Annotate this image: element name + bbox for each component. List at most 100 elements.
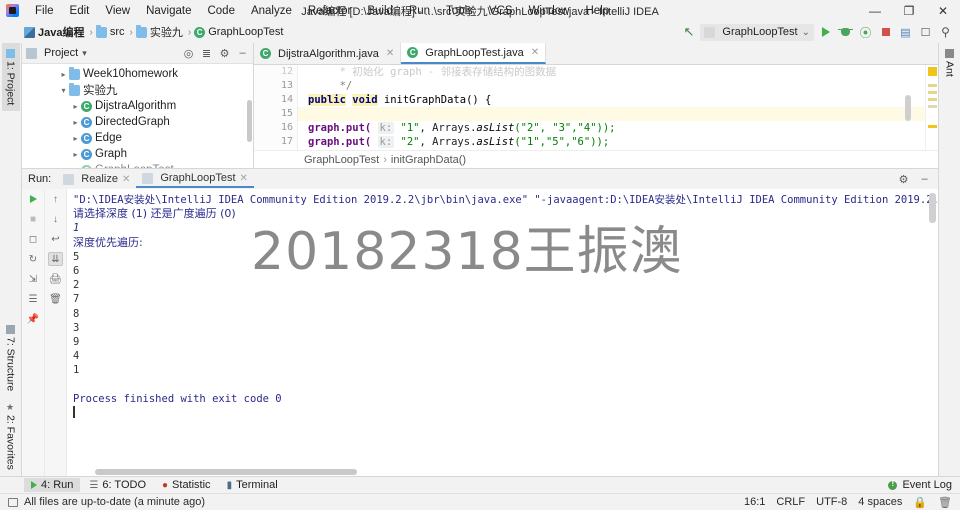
gear-icon[interactable]: ⚙	[218, 47, 231, 60]
menu-edit[interactable]: Edit	[62, 1, 98, 21]
search-button[interactable]: ⚲	[937, 24, 954, 41]
tab-graphlooptest[interactable]: C GraphLoopTest.java ✕	[401, 43, 547, 64]
warning-marker[interactable]	[928, 84, 937, 87]
breadcrumb-class-name[interactable]: GraphLoopTest	[304, 154, 379, 166]
toolwindow-run[interactable]: 4: Run	[24, 478, 81, 492]
warning-marker[interactable]	[928, 67, 937, 76]
editor-gutter[interactable]: 12 13 14 15 16 17	[254, 65, 298, 150]
caret-position[interactable]: 16:1	[744, 496, 765, 508]
close-icon[interactable]: ✕	[122, 174, 130, 185]
breadcrumb-src[interactable]: src	[94, 24, 129, 39]
event-log-group[interactable]: Event Log	[888, 479, 960, 491]
menu-analyze[interactable]: Analyze	[243, 1, 300, 21]
stop-button[interactable]	[877, 24, 894, 41]
gear-icon[interactable]: ⚙	[897, 173, 910, 186]
tree-item-dijstraalgorithm[interactable]: C DijstraAlgorithm	[22, 98, 253, 114]
build-icon[interactable]: ↖	[680, 24, 697, 41]
chevron-right-icon[interactable]	[70, 118, 81, 127]
pin-icon[interactable]: 📌	[26, 312, 41, 326]
menu-window[interactable]: Window	[521, 1, 578, 21]
menu-code[interactable]: Code	[199, 1, 243, 21]
scroll-down-button[interactable]: ↓	[48, 212, 63, 226]
locate-target-icon[interactable]: ◎	[182, 47, 195, 60]
console-vertical-scrollbar[interactable]	[929, 193, 936, 223]
trash-icon[interactable]: 🗑	[938, 496, 952, 509]
editor-marker-stripe[interactable]	[925, 65, 938, 150]
scroll-to-end-button[interactable]: ⇊	[48, 252, 63, 266]
debug-button[interactable]	[837, 24, 854, 41]
update-project-button[interactable]: ▤	[897, 24, 914, 41]
console-horizontal-scrollbar[interactable]	[95, 469, 357, 475]
warning-marker[interactable]	[928, 125, 937, 128]
lock-icon[interactable]: 🔒	[913, 496, 927, 509]
menu-refactor[interactable]: Refactor	[300, 1, 359, 21]
code-viewport[interactable]: 12 13 14 15 16 17 * 初始化 graph - 邻接表存储结构的…	[254, 65, 938, 150]
settings-button[interactable]: ☰	[26, 292, 41, 306]
sidebar-item-structure[interactable]: 7: Structure	[2, 319, 20, 397]
stop-button[interactable]: ■	[26, 212, 41, 226]
close-button[interactable]: ✕	[926, 0, 960, 21]
chevron-right-icon[interactable]	[70, 150, 81, 159]
warning-marker[interactable]	[928, 91, 937, 94]
export-button[interactable]: ⇲	[26, 272, 41, 286]
tree-item-week10homework[interactable]: Week10homework	[22, 66, 253, 82]
editor-vertical-scrollbar[interactable]	[905, 95, 911, 121]
run-configuration-selector[interactable]: GraphLoopTest ⌄	[700, 23, 814, 41]
close-icon[interactable]: ✕	[240, 173, 248, 184]
tab-dijstraalgorithm[interactable]: C DijstraAlgorithm.java ✕	[254, 43, 402, 64]
breadcrumb-project[interactable]: Java编程	[22, 23, 88, 41]
minimize-button[interactable]: —	[858, 0, 892, 21]
maximize-button[interactable]: ❐	[892, 0, 926, 21]
console-output[interactable]: "D:\IDEA安装处\IntelliJ IDEA Community Edit…	[67, 189, 938, 476]
code-lines[interactable]: * 初始化 graph - 邻接表存储结构的图数据 */ public void…	[298, 65, 925, 150]
print-button[interactable]: 🖨	[48, 272, 63, 286]
chevron-down-icon[interactable]	[58, 86, 69, 95]
menu-build[interactable]: Build	[359, 1, 401, 21]
run-button[interactable]	[817, 24, 834, 41]
project-title-group[interactable]: Project ▾	[26, 47, 87, 59]
soft-wrap-button[interactable]: ↩	[48, 232, 63, 246]
tree-item-directedgraph[interactable]: C DirectedGraph	[22, 114, 253, 130]
sidebar-item-favorites[interactable]: ★ 2: Favorites	[2, 397, 20, 476]
menu-run[interactable]: Run	[401, 1, 438, 21]
tree-item-graph[interactable]: C Graph	[22, 146, 253, 162]
sidebar-item-project[interactable]: 1: Project	[1, 43, 20, 112]
run-tab-realize[interactable]: Realize ✕	[57, 171, 136, 187]
collapse-all-icon[interactable]: ≣	[200, 47, 213, 60]
scroll-up-button[interactable]: ↑	[48, 192, 63, 206]
indent-setting[interactable]: 4 spaces	[858, 496, 902, 508]
menu-tools[interactable]: Tools	[438, 1, 481, 21]
menu-vcs[interactable]: VCS	[481, 1, 521, 21]
breadcrumb-package[interactable]: 实验九	[134, 23, 187, 41]
clear-all-button[interactable]: 🗑	[48, 292, 63, 306]
menu-view[interactable]: View	[97, 1, 138, 21]
rerun-failed-button[interactable]: ↻	[26, 252, 41, 266]
menu-navigate[interactable]: Navigate	[138, 1, 199, 21]
chevron-right-icon[interactable]	[58, 70, 69, 79]
toolwindow-statistic[interactable]: ● Statistic	[155, 478, 218, 492]
rerun-button[interactable]	[26, 192, 41, 206]
chevron-right-icon[interactable]	[70, 102, 81, 111]
screenshot-button[interactable]: ◻	[26, 232, 41, 246]
toolwindow-terminal[interactable]: ▮ Terminal	[220, 478, 285, 492]
chevron-right-icon[interactable]	[70, 166, 81, 169]
sidebar-item-ant[interactable]: Ant	[941, 43, 959, 83]
toolwindow-todo[interactable]: ☰ 6: TODO	[82, 478, 153, 492]
project-scrollbar[interactable]	[247, 100, 252, 142]
tree-item-graphlooptest[interactable]: C GraphLoopTest	[22, 162, 253, 168]
warning-marker[interactable]	[928, 105, 937, 108]
file-encoding[interactable]: UTF-8	[816, 496, 847, 508]
breadcrumb-method-name[interactable]: initGraphData()	[391, 154, 466, 166]
tree-item-edge[interactable]: C Edge	[22, 130, 253, 146]
warning-marker[interactable]	[928, 98, 937, 101]
close-icon[interactable]: ✕	[531, 47, 539, 58]
menu-help[interactable]: Help	[577, 1, 617, 21]
menu-file[interactable]: File	[27, 1, 62, 21]
chevron-right-icon[interactable]	[70, 134, 81, 143]
tree-item-shiyanjiu[interactable]: 实验九	[22, 82, 253, 98]
project-tree[interactable]: Week10homework 实验九 C DijstraAlgorithm	[22, 64, 253, 168]
close-icon[interactable]: ✕	[386, 48, 394, 59]
hide-icon[interactable]: –	[236, 47, 249, 60]
run-with-coverage-button[interactable]: ⦿	[857, 24, 874, 41]
search-everywhere-button[interactable]: ☐	[917, 24, 934, 41]
